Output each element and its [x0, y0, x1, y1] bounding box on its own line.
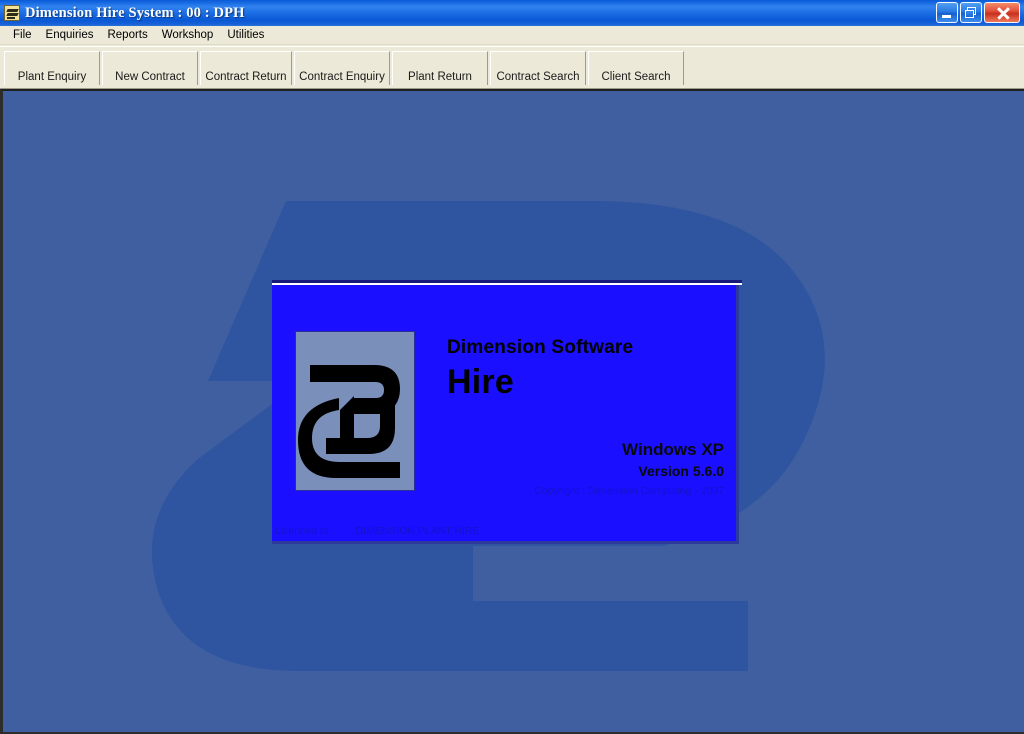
toolbar-button-label: Client Search: [601, 71, 671, 83]
menu-bar: File Enquiries Reports Workshop Utilitie…: [0, 26, 1024, 45]
splash-licence-line: Licenced to : DIMENSION PLANT HIRE: [275, 525, 480, 537]
toolbar-button-contract-enquiry[interactable]: Contract Enquiry: [294, 51, 390, 87]
toolbar-button-strip: Plant Enquiry New Contract Contract Retu…: [4, 51, 686, 87]
splash-company-name: Dimension Software: [447, 337, 634, 358]
menu-item-utilities[interactable]: Utilities: [220, 27, 271, 43]
toolbar-button-contract-search[interactable]: Contract Search: [490, 51, 586, 87]
toolbar-button-label: Plant Return: [408, 71, 472, 83]
minimize-button[interactable]: [936, 2, 958, 23]
toolbar-button-plant-return[interactable]: Plant Return: [392, 51, 488, 87]
title-bar: Dimension Hire System : 00 : DPH: [0, 0, 1024, 26]
toolbar-button-label: New Contract: [115, 71, 185, 83]
splash-product-name: Hire: [447, 363, 514, 401]
toolbar-button-plant-enquiry[interactable]: Plant Enquiry: [4, 51, 100, 87]
splash-body: Dimension Software Hire Windows XP Versi…: [272, 285, 739, 544]
menu-item-file[interactable]: File: [6, 27, 39, 43]
application-window: Dimension Hire System : 00 : DPH File En…: [0, 0, 1024, 734]
caption-button-group: [936, 2, 1020, 23]
toolbar-button-label: Contract Search: [496, 71, 580, 83]
toolbar-button-client-search[interactable]: Client Search: [588, 51, 684, 87]
menu-item-reports[interactable]: Reports: [100, 27, 154, 43]
splash-screen: Dimension Software Hire Windows XP Versi…: [272, 280, 742, 548]
dimension-logo-panel: [295, 331, 415, 491]
window-title: Dimension Hire System : 00 : DPH: [25, 4, 245, 21]
title-bar-left: Dimension Hire System : 00 : DPH: [4, 0, 245, 26]
toolbar-button-label: Contract Return: [205, 71, 287, 83]
splash-version: Version 5.6.0: [638, 463, 724, 479]
splash-platform: Windows XP: [622, 440, 724, 459]
toolbar-button-label: Plant Enquiry: [17, 71, 87, 83]
application-icon: [4, 5, 20, 21]
splash-licence-value: DIMENSION PLANT HIRE: [355, 525, 480, 537]
toolbar-button-contract-return[interactable]: Contract Return: [200, 51, 292, 87]
splash-licence-label: Licenced to :: [275, 525, 335, 537]
toolbar-button-new-contract[interactable]: New Contract: [102, 51, 198, 87]
toolbar: Plant Enquiry New Contract Contract Retu…: [0, 46, 1024, 89]
restore-button[interactable]: [960, 2, 982, 23]
dimension-logo-icon: [298, 365, 400, 478]
toolbar-button-label: Contract Enquiry: [299, 71, 385, 83]
close-button[interactable]: [984, 2, 1020, 23]
menu-item-enquiries[interactable]: Enquiries: [39, 27, 101, 43]
mdi-client-area: Dimension Software Hire Windows XP Versi…: [0, 89, 1024, 734]
splash-copyright: Copyright : Dimension Computing - 2007: [534, 485, 724, 497]
menu-item-workshop[interactable]: Workshop: [155, 27, 221, 43]
